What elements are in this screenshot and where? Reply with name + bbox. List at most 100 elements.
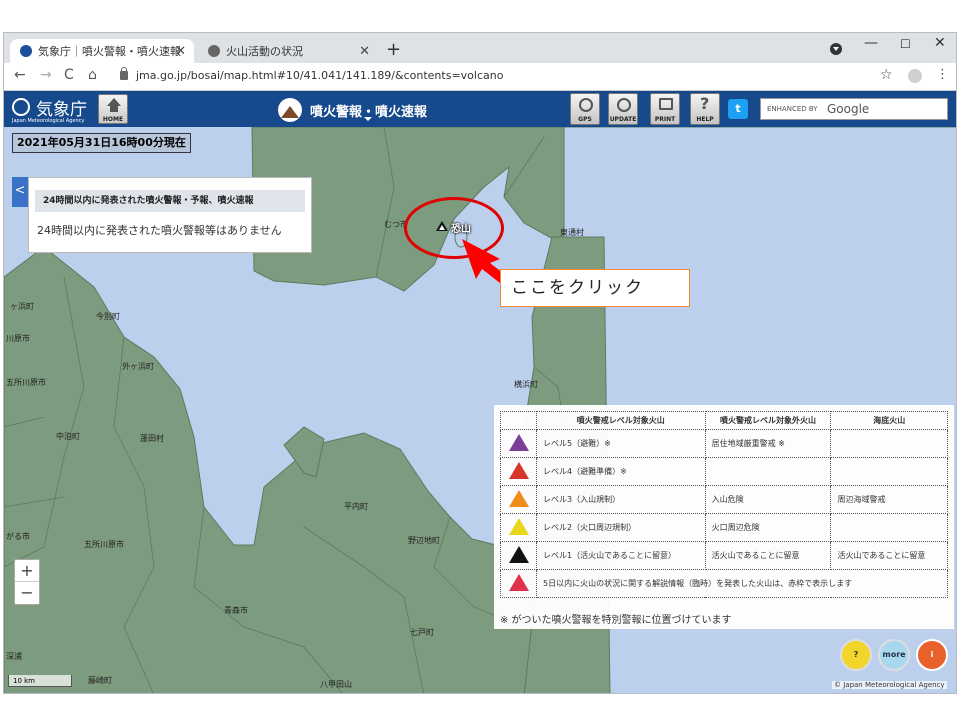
place-label: ヶ浜町 <box>10 302 34 311</box>
legend-level: レベル1（活火山であることに留意） <box>536 541 706 570</box>
jma-emblem-icon <box>12 98 30 116</box>
legend-row: レベル1（活火山であることに留意） 活火山であることに留意 活火山であることに留… <box>500 541 948 570</box>
legend-row: レベル5（避難）※ 居住地域厳重警戒 ※ <box>500 429 948 458</box>
tab-jma-volcano-warnings[interactable]: 気象庁｜噴火警報・噴火速報 ✕ <box>10 39 194 63</box>
legend-level: レベル4（避難準備）※ <box>536 457 706 486</box>
jma-logo[interactable]: 気象庁 Japan Meteorological Agency <box>10 95 98 125</box>
legend-panel: 噴火警戒レベル対象火山 噴火警戒レベル対象外火山 海底火山 レベル5（避難）※ … <box>494 405 954 629</box>
legend-row: レベル3（入山規制） 入山危険 周辺海域警戒 <box>500 485 948 514</box>
legend-non-level: 入山危険 <box>704 485 832 514</box>
minimize-button[interactable]: — <box>864 35 878 51</box>
volcano-name-label[interactable]: 恐山 <box>451 220 471 235</box>
triangle-red-outline-icon <box>508 574 529 591</box>
legend-row: レベル2（火口周辺規制） 火口周辺危険 <box>500 513 948 542</box>
info-panel-message: 24時間以内に発表された噴火警報等はありません <box>37 224 282 237</box>
gps-label: GPS <box>578 116 592 123</box>
new-tab-button[interactable]: + <box>386 39 401 60</box>
legend-row: レベル4（避難準備）※ <box>500 457 948 486</box>
place-label: 七戸町 <box>410 628 434 637</box>
crosshair-icon <box>579 98 593 112</box>
twitter-icon[interactable]: t <box>728 99 748 119</box>
info-panel: 24時間以内に発表された噴火警報・予報、噴火速報 24時間以内に発表された噴火警… <box>28 177 312 253</box>
legend-submarine: 活火山であることに留意 <box>830 541 948 570</box>
close-window-button[interactable]: ✕ <box>934 35 946 51</box>
place-label: 蓬田村 <box>140 434 164 443</box>
legend-submarine: 周辺海域警戒 <box>830 485 948 514</box>
legend-level: レベル2（火口周辺規制） <box>536 513 706 542</box>
place-label: 青森市 <box>224 606 248 615</box>
contents-selector[interactable]: 噴火警報・噴火速報 <box>278 95 438 123</box>
panel-toggle-button[interactable]: < <box>12 177 28 207</box>
legend-row: 5日以内に火山の状況に関する解説情報（臨時）を発表した火山は、赤枠で表示します <box>500 569 948 598</box>
zoom-control: + − <box>14 559 40 605</box>
chevron-down-icon <box>364 117 372 121</box>
zoom-in-button[interactable]: + <box>15 560 39 582</box>
account-icon[interactable] <box>908 69 922 83</box>
browser-menu-icon[interactable]: ⋮ <box>936 67 949 82</box>
search-input[interactable]: ENHANCED BY Google <box>760 98 948 120</box>
place-label: 五所川原市 <box>6 378 46 387</box>
gps-button[interactable]: GPS <box>570 93 600 125</box>
update-button[interactable]: UPDATE <box>608 93 638 125</box>
logo-name: 気象庁 <box>36 100 87 120</box>
tab-title: 火山活動の状況 <box>226 45 303 58</box>
legend-swatch-cell <box>500 485 537 514</box>
copyright-label: © Japan Meteorological Agency <box>832 681 947 689</box>
place-label: 川原市 <box>6 334 30 343</box>
legend-submarine <box>830 429 948 458</box>
tab-close-icon[interactable]: ✕ <box>359 44 370 59</box>
help-round-button[interactable]: ? <box>840 639 872 671</box>
home-button[interactable]: ⌂ <box>88 67 97 83</box>
maximize-button[interactable]: ☐ <box>900 37 911 51</box>
more-round-button[interactable]: more <box>878 639 910 671</box>
update-label: UPDATE <box>609 116 637 123</box>
legend-header: 噴火警戒レベル対象外火山 <box>704 411 832 430</box>
bookmark-star-icon[interactable]: ☆ <box>880 67 893 83</box>
tab-close-icon[interactable]: ✕ <box>175 44 186 59</box>
volcano-marker-icon[interactable] <box>436 221 448 231</box>
triangle-red-icon <box>508 462 529 479</box>
home-label: HOME <box>102 116 124 123</box>
print-button[interactable]: PRINT <box>650 93 680 125</box>
tab-bar: 気象庁｜噴火警報・噴火速報 ✕ 火山活動の状況 ✕ + — ☐ ✕ <box>4 33 956 63</box>
legend-swatch-cell <box>500 569 537 598</box>
address-bar[interactable]: jma.go.jp/bosai/map.html#10/41.041/141.1… <box>136 69 503 82</box>
legend-header-row: 噴火警戒レベル対象火山 噴火警戒レベル対象外火山 海底火山 <box>500 411 948 430</box>
back-button[interactable]: ← <box>14 67 26 83</box>
media-control-icon[interactable] <box>830 43 842 55</box>
place-label: 五所川原市 <box>84 540 124 549</box>
legend-non-level: 活火山であることに留意 <box>704 541 832 570</box>
legend-level: レベル3（入山規制） <box>536 485 706 514</box>
home-nav-button[interactable]: HOME <box>98 94 128 124</box>
tab-volcano-activity[interactable]: 火山活動の状況 ✕ <box>198 39 378 63</box>
forward-button[interactable]: → <box>40 67 52 83</box>
triangle-black-icon <box>508 546 529 563</box>
jma-favicon-icon <box>20 45 32 57</box>
print-label: PRINT <box>654 116 676 123</box>
book-round-button[interactable]: i <box>916 639 948 671</box>
legend-non-level: 居住地域厳重警戒 ※ <box>704 429 832 458</box>
question-icon: ? <box>700 94 710 113</box>
triangle-yellow-icon <box>508 518 529 535</box>
search-brand: Google <box>827 102 870 116</box>
lock-icon[interactable] <box>120 67 128 80</box>
legend-swatch-cell <box>500 457 537 486</box>
place-label: 八甲田山 <box>320 680 352 689</box>
legend-header-blank <box>500 411 537 430</box>
place-label: 平内町 <box>344 502 368 511</box>
search-prefix: ENHANCED BY <box>767 105 818 113</box>
reload-button[interactable]: C <box>64 67 74 83</box>
place-label: がる市 <box>6 532 30 541</box>
place-label: 中泊町 <box>56 432 80 441</box>
site-header: 気象庁 Japan Meteorological Agency HOME 噴火警… <box>4 91 956 127</box>
legend-non-level: 火口周辺危険 <box>704 513 832 542</box>
house-icon <box>107 98 121 112</box>
legend-header: 噴火警戒レベル対象火山 <box>536 411 706 430</box>
zoom-out-button[interactable]: − <box>15 582 39 604</box>
legend-swatch-cell <box>500 429 537 458</box>
help-button[interactable]: ? HELP <box>690 93 720 125</box>
help-label: HELP <box>696 116 714 123</box>
map-view[interactable]: むつ市 東通村 今別町 外ヶ浜町 横浜町 五所川原市 中泊町 蓬田村 平内町 野… <box>4 127 956 693</box>
triangle-purple-icon <box>508 434 529 451</box>
place-label: 深浦 <box>6 652 22 661</box>
